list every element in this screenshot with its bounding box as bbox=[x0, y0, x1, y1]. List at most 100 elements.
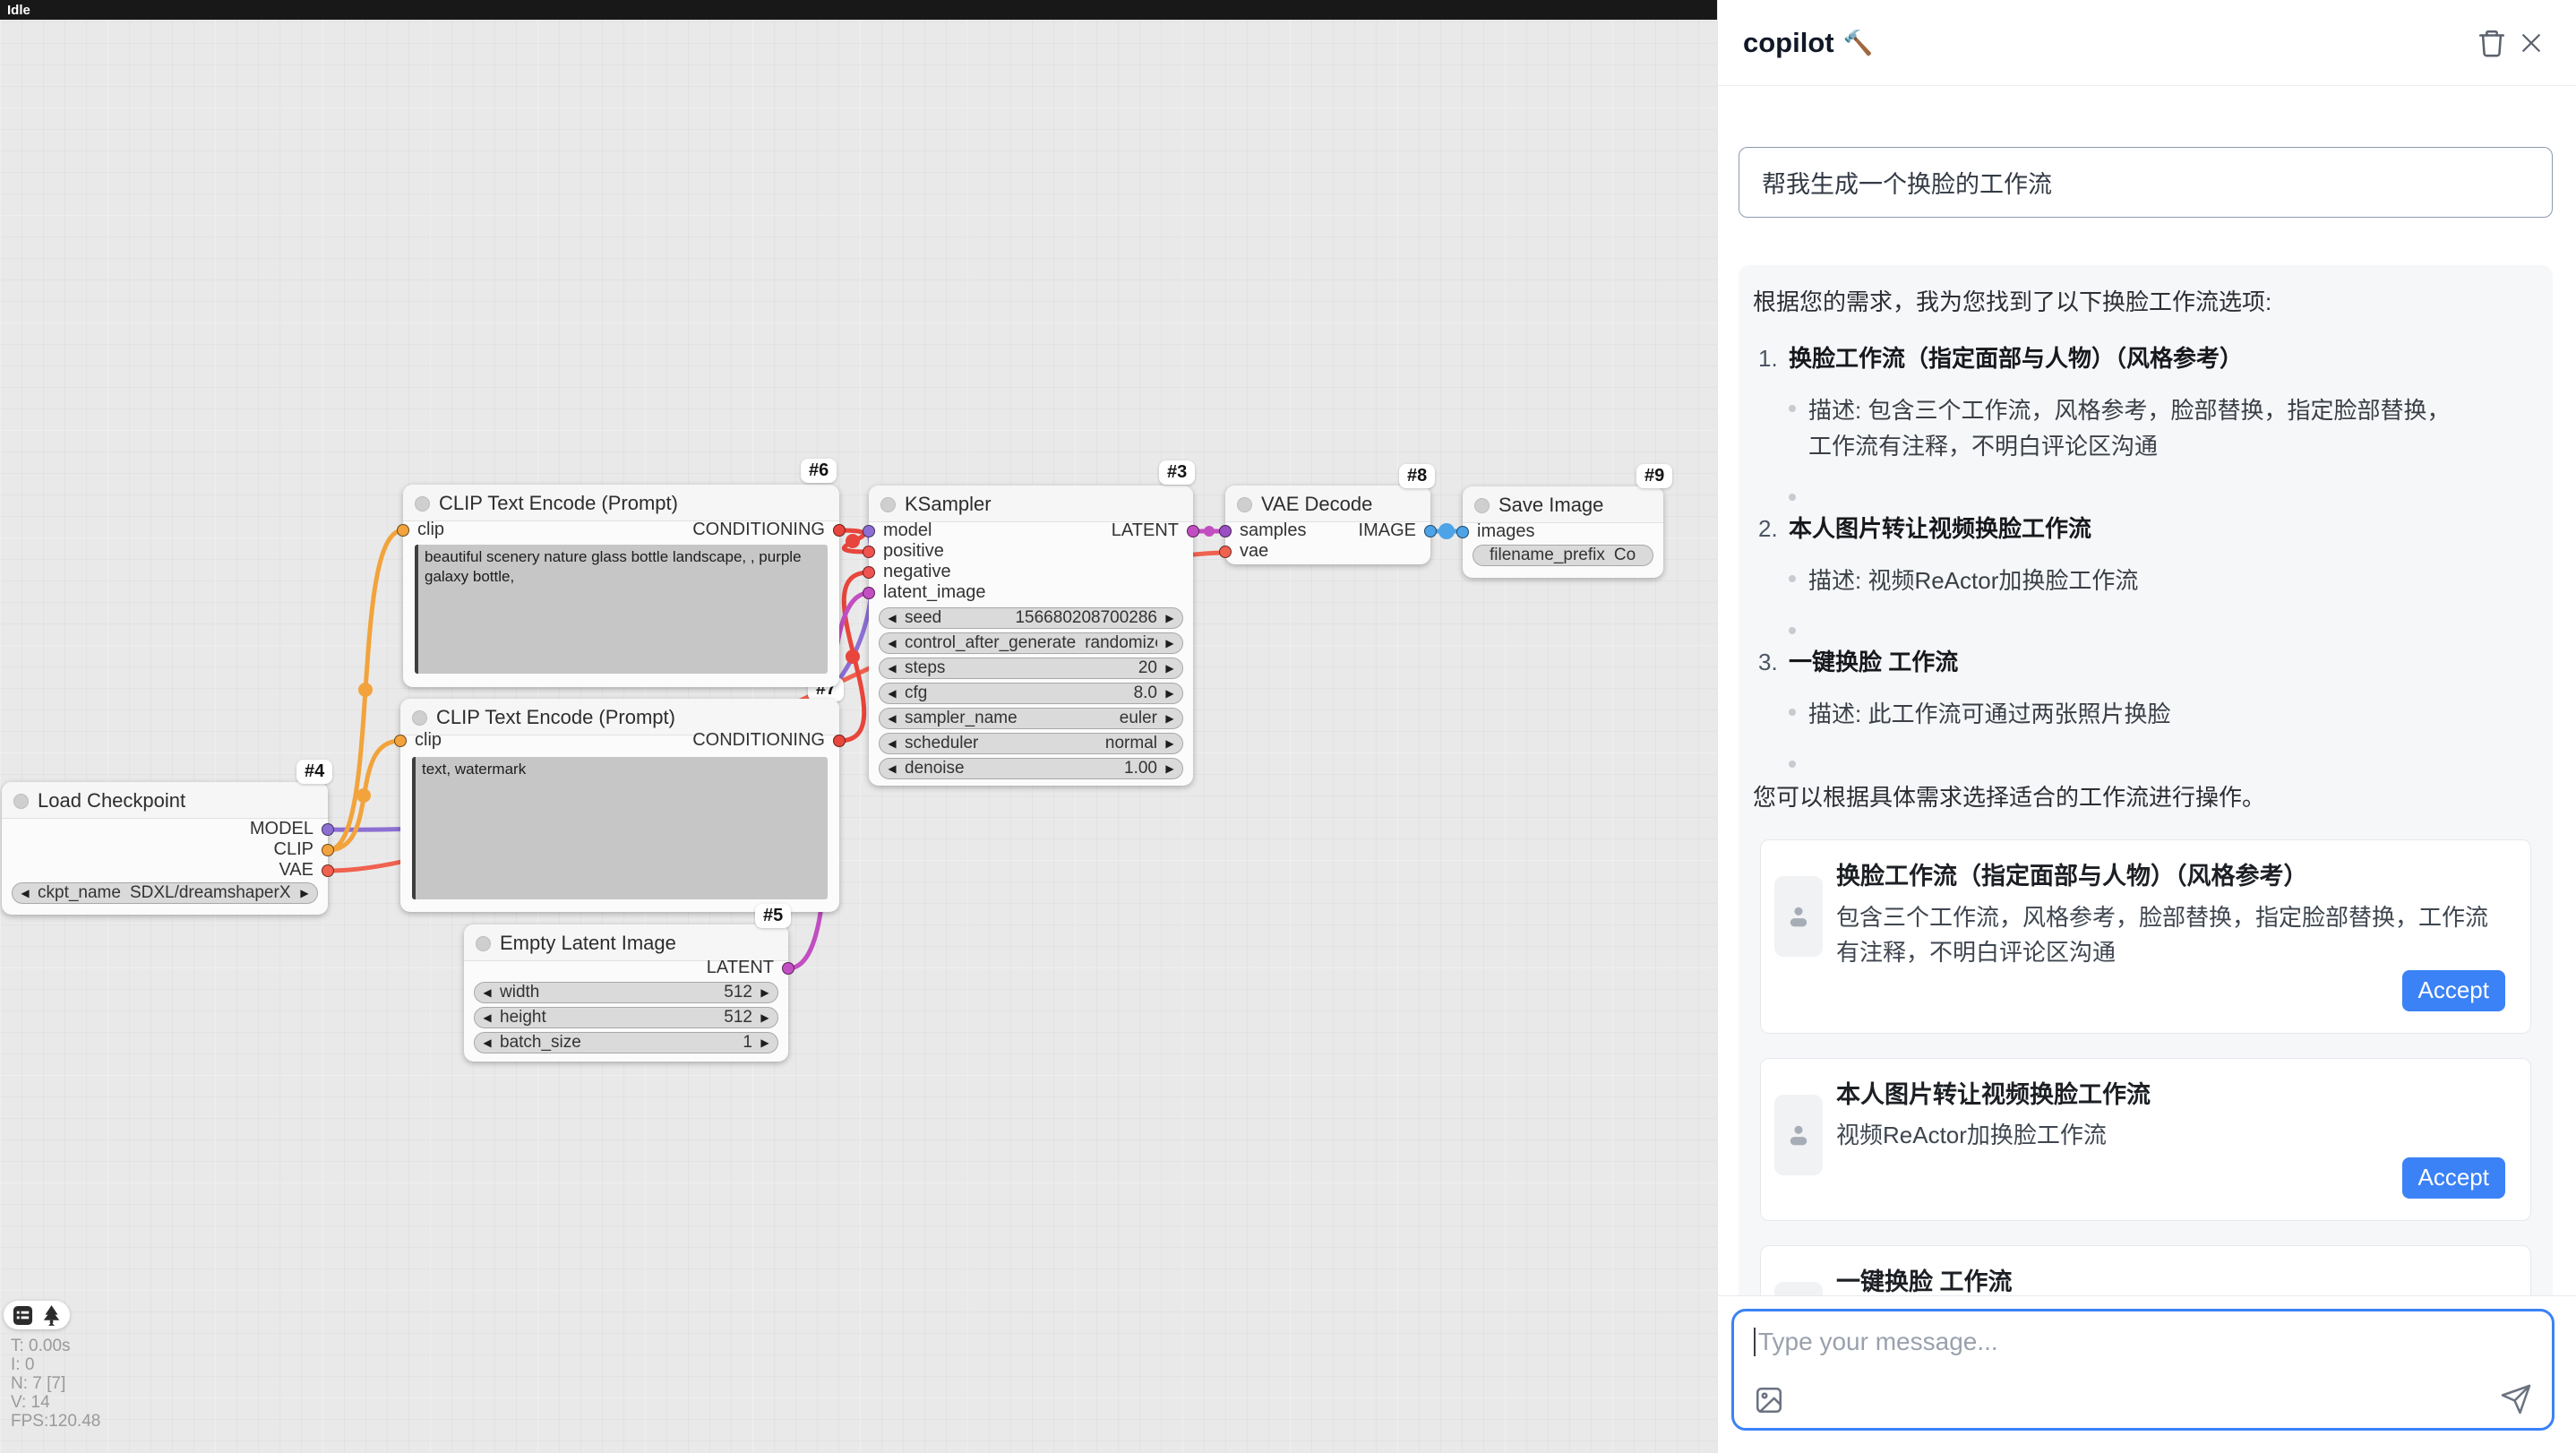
copilot-header: copilot 🔨 bbox=[1718, 0, 2576, 86]
increment-arrow-icon[interactable]: ▶ bbox=[292, 887, 317, 899]
widget-denoise[interactable]: ◀denoise1.00▶ bbox=[879, 758, 1183, 779]
node-load-checkpoint[interactable]: Load CheckpointMODELCLIPVAE◀ckpt_nameSDX… bbox=[2, 782, 328, 915]
increment-arrow-icon[interactable]: ▶ bbox=[1157, 612, 1182, 624]
increment-arrow-icon[interactable]: ▶ bbox=[1157, 637, 1182, 649]
message-input[interactable]: Type your message... bbox=[1731, 1309, 2555, 1431]
widget-label: height bbox=[500, 1008, 546, 1027]
node-tree-icon[interactable] bbox=[42, 1305, 61, 1326]
node-title: Save Image bbox=[1498, 494, 1603, 517]
decrement-arrow-icon[interactable]: ◀ bbox=[880, 662, 905, 675]
node-titlebar[interactable]: VAE Decode bbox=[1225, 486, 1430, 522]
input-port-model[interactable] bbox=[863, 525, 875, 537]
node-titlebar[interactable]: Load Checkpoint bbox=[2, 782, 328, 819]
output-port-latent[interactable] bbox=[782, 962, 794, 975]
widget-seed[interactable]: ◀seed156680208700286▶ bbox=[879, 607, 1183, 629]
decrement-arrow-icon[interactable]: ◀ bbox=[880, 737, 905, 750]
node-clip-text-encode-prompt[interactable]: CLIP Text Encode (Prompt)clipCONDITIONIN… bbox=[400, 699, 839, 912]
workflow-list-icon[interactable] bbox=[13, 1305, 33, 1326]
person-placeholder-icon bbox=[1783, 901, 1814, 932]
decrement-arrow-icon[interactable]: ◀ bbox=[13, 887, 38, 899]
increment-arrow-icon[interactable]: ▶ bbox=[1157, 737, 1182, 750]
node-titlebar[interactable]: CLIP Text Encode (Prompt) bbox=[403, 485, 839, 521]
decrement-arrow-icon[interactable]: ◀ bbox=[880, 762, 905, 775]
person-placeholder-icon bbox=[1783, 1120, 1814, 1150]
output-port-clip[interactable] bbox=[322, 844, 334, 856]
node-ksampler[interactable]: KSamplermodelpositivenegativelatent_imag… bbox=[869, 486, 1193, 786]
stat-time: T: 0.00s bbox=[11, 1337, 100, 1355]
hammer-icon: 🔨 bbox=[1843, 29, 1874, 57]
decrement-arrow-icon[interactable]: ◀ bbox=[880, 687, 905, 700]
output-port-vae[interactable] bbox=[322, 864, 334, 877]
send-icon[interactable] bbox=[2500, 1383, 2532, 1415]
input-port-positive[interactable] bbox=[863, 546, 875, 558]
close-panel-button[interactable] bbox=[2512, 23, 2551, 63]
node-id-badge: #8 bbox=[1399, 464, 1435, 488]
decrement-arrow-icon[interactable]: ◀ bbox=[880, 712, 905, 725]
list-bullet-empty bbox=[1753, 481, 2538, 490]
decrement-arrow-icon[interactable]: ◀ bbox=[475, 1011, 500, 1024]
widget-batch-size[interactable]: ◀batch_size1▶ bbox=[474, 1032, 778, 1053]
widget-sampler-name[interactable]: ◀sampler_nameeuler▶ bbox=[879, 708, 1183, 729]
input-port-clip[interactable] bbox=[397, 524, 409, 537]
widget-label: filename_prefix bbox=[1490, 546, 1605, 565]
output-port-model[interactable] bbox=[322, 823, 334, 836]
node-title: Empty Latent Image bbox=[500, 932, 676, 955]
increment-arrow-icon[interactable]: ▶ bbox=[1157, 662, 1182, 675]
decrement-arrow-icon[interactable]: ◀ bbox=[475, 986, 500, 999]
bullet-dot-icon bbox=[1789, 575, 1796, 582]
assistant-message: 根据您的需求，我为您找到了以下换脸工作流选项: 1. 换脸工作流（指定面部与人物… bbox=[1739, 265, 2553, 1295]
accept-button[interactable]: Accept bbox=[2402, 1157, 2506, 1199]
widget-label: width bbox=[500, 983, 539, 1002]
widget-control-after-generate[interactable]: ◀control_after_generaterandomize▶ bbox=[879, 632, 1183, 654]
node-titlebar[interactable]: Empty Latent Image bbox=[464, 924, 788, 961]
increment-arrow-icon[interactable]: ▶ bbox=[752, 1036, 777, 1049]
input-port-label: samples bbox=[1240, 520, 1306, 541]
increment-arrow-icon[interactable]: ▶ bbox=[1157, 712, 1182, 725]
attach-image-icon[interactable] bbox=[1754, 1385, 1784, 1415]
widget-value: SDXL/dreamshaperXL_light... bbox=[121, 883, 292, 903]
node-clip-text-encode-prompt[interactable]: CLIP Text Encode (Prompt)clipCONDITIONIN… bbox=[403, 485, 839, 687]
workflow-card: 本人图片转让视频换脸工作流 视频ReActor加换脸工作流 Accept bbox=[1760, 1058, 2531, 1221]
increment-arrow-icon[interactable]: ▶ bbox=[752, 986, 777, 999]
output-port-latent[interactable] bbox=[1187, 525, 1199, 537]
widget-cfg[interactable]: ◀cfg8.0▶ bbox=[879, 683, 1183, 704]
increment-arrow-icon[interactable]: ▶ bbox=[1157, 762, 1182, 775]
widget-scheduler[interactable]: ◀schedulernormal▶ bbox=[879, 733, 1183, 754]
decrement-arrow-icon[interactable]: ◀ bbox=[475, 1036, 500, 1049]
input-port-label: model bbox=[883, 520, 932, 541]
prompt-textarea[interactable]: beautiful scenery nature glass bottle la… bbox=[415, 545, 828, 674]
increment-arrow-icon[interactable]: ▶ bbox=[1157, 687, 1182, 700]
input-port-samples[interactable] bbox=[1219, 525, 1232, 537]
chat-scroll-area[interactable]: 帮我生成一个换脸的工作流 根据您的需求，我为您找到了以下换脸工作流选项: 1. … bbox=[1718, 86, 2576, 1295]
bullet-dot-icon bbox=[1789, 627, 1796, 634]
input-port-clip[interactable] bbox=[394, 735, 407, 747]
widget-width[interactable]: ◀width512▶ bbox=[474, 982, 778, 1003]
node-save-image[interactable]: Save Imageimagesfilename_prefixComfyUI bbox=[1463, 486, 1663, 578]
decrement-arrow-icon[interactable]: ◀ bbox=[880, 612, 905, 624]
widget-filename-prefix[interactable]: filename_prefixComfyUI bbox=[1473, 545, 1653, 566]
prompt-textarea[interactable]: text, watermark bbox=[412, 757, 828, 899]
accept-button[interactable]: Accept bbox=[2402, 970, 2506, 1011]
node-vae-decode[interactable]: VAE DecodesamplesvaeIMAGE bbox=[1225, 486, 1430, 564]
node-titlebar[interactable]: Save Image bbox=[1463, 486, 1663, 523]
widget-height[interactable]: ◀height512▶ bbox=[474, 1007, 778, 1028]
increment-arrow-icon[interactable]: ▶ bbox=[752, 1011, 777, 1024]
output-port-conditioning[interactable] bbox=[833, 524, 846, 537]
decrement-arrow-icon[interactable]: ◀ bbox=[880, 637, 905, 649]
input-port-label: positive bbox=[883, 541, 944, 562]
node-empty-latent-image[interactable]: Empty Latent ImageLATENT◀width512▶◀heigh… bbox=[464, 924, 788, 1062]
widget-label: control_after_generate bbox=[905, 633, 1076, 653]
widget-steps[interactable]: ◀steps20▶ bbox=[879, 658, 1183, 679]
widget-ckpt-name[interactable]: ◀ckpt_nameSDXL/dreamshaperXL_light...▶ bbox=[12, 882, 318, 904]
output-port-conditioning[interactable] bbox=[833, 735, 846, 747]
widget-value: 8.0 bbox=[927, 684, 1157, 703]
input-port-negative[interactable] bbox=[863, 566, 875, 579]
input-port-latent-image[interactable] bbox=[863, 587, 875, 599]
node-canvas[interactable]: Load CheckpointMODELCLIPVAE◀ckpt_nameSDX… bbox=[0, 0, 1717, 1453]
input-port-vae[interactable] bbox=[1219, 546, 1232, 558]
clear-chat-button[interactable] bbox=[2472, 23, 2512, 63]
node-status-dot-icon bbox=[476, 936, 491, 951]
output-port-image[interactable] bbox=[1424, 525, 1437, 537]
node-titlebar[interactable]: KSampler bbox=[869, 486, 1193, 522]
input-port-images[interactable] bbox=[1456, 526, 1469, 538]
